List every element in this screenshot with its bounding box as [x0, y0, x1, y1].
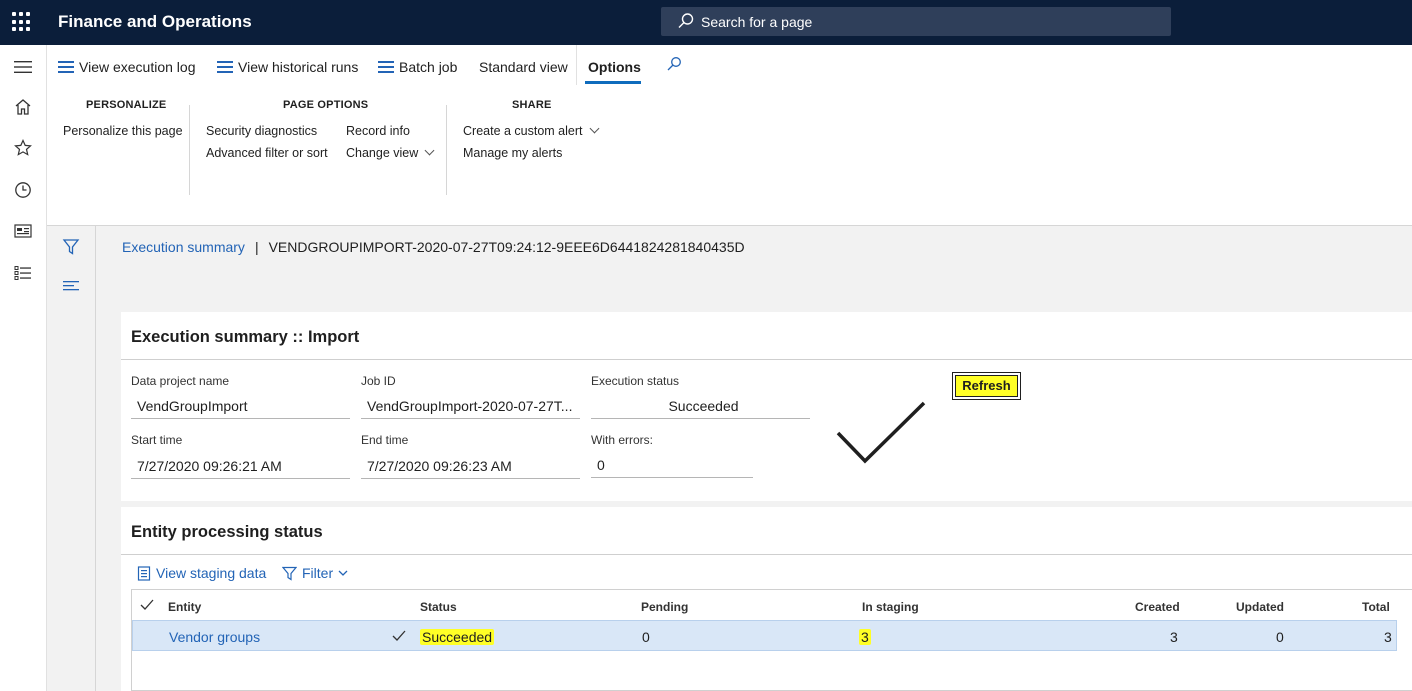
group-divider — [446, 105, 447, 195]
entity-link[interactable]: Vendor groups — [169, 629, 260, 645]
standard-view-button[interactable]: Standard view — [479, 59, 568, 75]
filter-icon[interactable] — [62, 238, 80, 259]
execution-summary-card: Execution summary :: Import Data project… — [121, 312, 1412, 501]
pending-cell: 0 — [642, 629, 650, 645]
workspace-icon[interactable] — [12, 220, 34, 242]
data-project-field[interactable]: VendGroupImport — [131, 395, 350, 419]
view-execution-log-button[interactable]: View execution log — [58, 59, 195, 75]
column-header-pending[interactable]: Pending — [641, 600, 688, 614]
divider — [121, 359, 1412, 360]
row-status-check-icon — [392, 630, 406, 645]
table-row[interactable]: Vendor groups Succeeded 0 3 3 0 3 — [132, 620, 1397, 651]
page-content: Execution summary | VENDGROUPIMPORT-2020-0… — [47, 226, 1412, 691]
start-time-label: Start time — [131, 433, 183, 447]
group-title-share: SHARE — [512, 99, 552, 111]
divider — [121, 554, 1412, 555]
list-icon — [378, 61, 394, 73]
success-check-icon — [836, 401, 926, 464]
column-header-total[interactable]: Total — [1362, 600, 1390, 614]
with-errors-field[interactable]: 0 — [591, 454, 753, 478]
modules-list-icon[interactable] — [12, 262, 34, 284]
column-header-status[interactable]: Status — [420, 600, 457, 614]
breadcrumb-link-execution-summary[interactable]: Execution summary — [122, 239, 245, 255]
related-info-icon[interactable] — [62, 280, 80, 295]
section-title: Entity processing status — [131, 523, 323, 541]
search-box[interactable]: Search for a page — [661, 7, 1171, 36]
column-header-in-staging[interactable]: In staging — [862, 600, 919, 614]
create-custom-alert-button[interactable]: Create a custom alert — [463, 123, 599, 138]
menu-icon[interactable] — [12, 56, 34, 78]
breadcrumb: Execution summary | VENDGROUPIMPORT-2020-0… — [122, 239, 745, 255]
select-all-checkbox[interactable] — [140, 599, 154, 614]
in-staging-cell: 3 — [859, 629, 871, 645]
job-id-field[interactable]: VendGroupImport-2020-07-27T... — [361, 395, 580, 419]
total-cell: 3 — [1384, 629, 1392, 645]
app-title[interactable]: Finance and Operations — [58, 12, 252, 32]
home-icon[interactable] — [12, 96, 34, 118]
security-diagnostics-button[interactable]: Security diagnostics — [206, 124, 317, 138]
view-staging-data-button[interactable]: View staging data — [137, 565, 266, 581]
list-icon — [58, 61, 74, 73]
chevron-down-icon — [338, 570, 348, 576]
job-id-label: Job ID — [361, 374, 396, 388]
column-header-created[interactable]: Created — [1135, 600, 1180, 614]
column-header-entity[interactable]: Entity — [168, 600, 201, 614]
action-search-icon[interactable] — [666, 56, 682, 72]
filter-pane — [47, 226, 96, 691]
active-tab-indicator — [585, 81, 641, 84]
batch-job-button[interactable]: Batch job — [378, 59, 457, 75]
action-divider — [576, 45, 577, 85]
search-input[interactable]: Search for a page — [701, 14, 812, 30]
group-divider — [189, 105, 190, 195]
execution-status-label: Execution status — [591, 374, 680, 388]
column-header-updated[interactable]: Updated — [1236, 600, 1284, 614]
with-errors-label: With errors: — [591, 433, 654, 447]
search-icon — [678, 13, 694, 28]
advanced-filter-button[interactable]: Advanced filter or sort — [206, 146, 328, 160]
created-cell: 3 — [1170, 629, 1178, 645]
chevron-down-icon — [424, 145, 435, 156]
recent-icon[interactable] — [12, 179, 34, 201]
record-info-button[interactable]: Record info — [346, 124, 410, 138]
view-historical-runs-button[interactable]: View historical runs — [217, 59, 358, 75]
breadcrumb-current: VENDGROUPIMPORT-2020-07-27T09:24:12-9EEE… — [268, 239, 745, 255]
updated-cell: 0 — [1276, 629, 1284, 645]
end-time-field[interactable]: 7/27/2020 09:26:23 AM — [361, 455, 580, 479]
entity-grid: Entity Status Pending In staging Created… — [131, 589, 1412, 691]
filter-button[interactable]: Filter — [282, 565, 348, 581]
app-launcher-icon[interactable] — [12, 12, 32, 32]
breadcrumb-separator: | — [254, 239, 259, 255]
group-title-personalize: PERSONALIZE — [86, 99, 167, 111]
navigation-rail — [0, 45, 47, 691]
chevron-down-icon — [589, 123, 599, 134]
section-title: Execution summary :: Import — [131, 328, 360, 346]
personalize-this-page-button[interactable]: Personalize this page — [63, 124, 183, 138]
execution-status-field[interactable]: Succeeded — [591, 395, 810, 419]
refresh-button[interactable]: Refresh — [952, 372, 1021, 400]
tab-options[interactable]: Options — [588, 59, 641, 75]
data-project-label: Data project name — [131, 374, 230, 388]
star-icon[interactable] — [12, 137, 34, 159]
end-time-label: End time — [361, 433, 409, 447]
filter-icon — [282, 566, 297, 581]
start-time-field[interactable]: 7/27/2020 09:26:21 AM — [131, 455, 350, 479]
entity-processing-card: Entity processing status View staging da… — [121, 507, 1412, 691]
options-ribbon: PERSONALIZE Personalize this page PAGE O… — [47, 87, 1412, 226]
group-title-page-options: PAGE OPTIONS — [283, 99, 369, 111]
status-cell: Succeeded — [420, 629, 495, 645]
staging-data-icon — [137, 565, 151, 581]
action-pane: View execution log View historical runs … — [47, 45, 1412, 87]
top-nav-bar: Finance and Operations Search for a page — [0, 0, 1412, 45]
manage-alerts-button[interactable]: Manage my alerts — [463, 146, 562, 160]
list-icon — [217, 61, 233, 73]
change-view-button[interactable]: Change view — [346, 145, 435, 160]
